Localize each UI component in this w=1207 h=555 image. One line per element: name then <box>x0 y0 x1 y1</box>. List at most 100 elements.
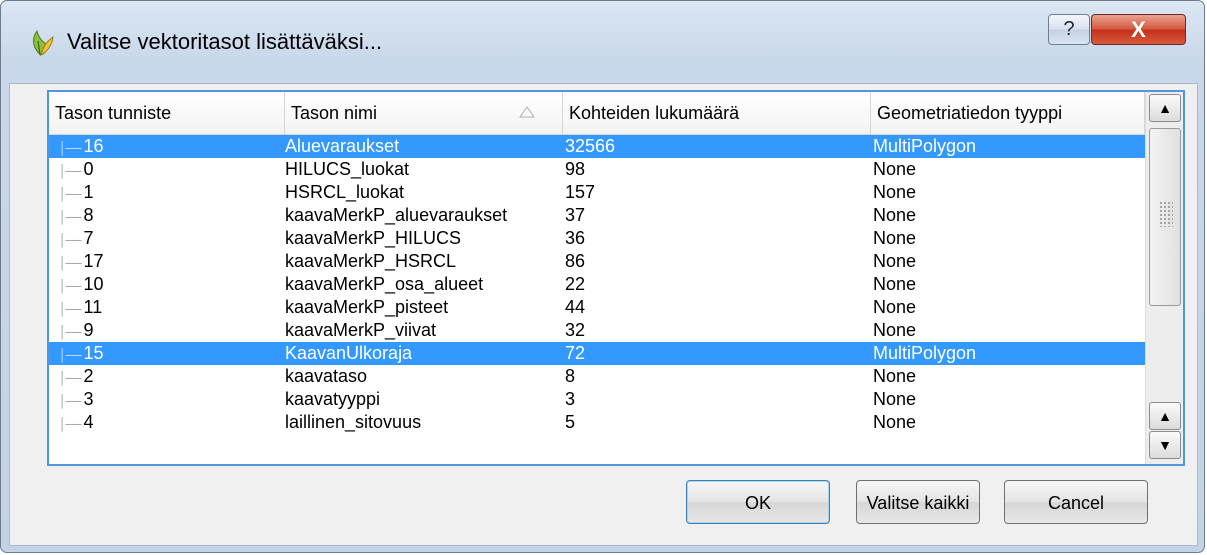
cancel-button[interactable]: Cancel <box>1004 480 1148 524</box>
close-icon: X <box>1131 17 1146 42</box>
tree-branch-icon: │── <box>59 348 81 362</box>
sort-ascending-icon <box>519 106 535 118</box>
grip-icon <box>1159 201 1173 227</box>
feature-count-cell: 86 <box>565 251 586 271</box>
scroll-up-arrow-icon: ▲ <box>1158 100 1172 116</box>
layer-id: 2 <box>83 366 94 386</box>
ok-button[interactable]: OK <box>686 480 830 524</box>
feature-count-cell: 3 <box>565 389 576 409</box>
table-row[interactable]: │── 16 Aluevaraukset 32566 MultiPolygon <box>49 135 1145 158</box>
table-row[interactable]: │── 1 HSRCL_luokat 157 None <box>49 181 1145 204</box>
layer-id-cell: │── 4 <box>59 411 94 436</box>
layer-id: 8 <box>83 205 94 225</box>
layer-id-cell: │── 17 <box>59 250 104 275</box>
layer-name-cell: KaavanUlkoraja <box>285 343 413 363</box>
layer-name-cell: laillinen_sitovuus <box>285 412 422 432</box>
layer-name-cell: kaavaMerkP_aluevaraukset <box>285 205 508 225</box>
tree-branch-icon: │── <box>59 394 81 408</box>
tree-branch-icon: │── <box>59 210 81 224</box>
table-body: │── 16 Aluevaraukset 32566 MultiPolygon │── 0 H… <box>49 135 1145 434</box>
layer-name-cell: kaavaMerkP_viivat <box>285 320 437 340</box>
title-bar[interactable]: Valitse vektoritasot lisättäväksi... ? X <box>1 1 1204 83</box>
layer-name-cell: HSRCL_luokat <box>285 182 405 202</box>
select-all-button[interactable]: Valitse kaikki <box>856 480 980 524</box>
geometry-type-cell: None <box>873 228 917 248</box>
close-button[interactable]: X <box>1091 14 1186 45</box>
layer-id-cell: │── 15 <box>59 342 104 367</box>
layer-name-cell: kaavaMerkP_osa_alueet <box>285 274 484 294</box>
geometry-type-cell: None <box>873 182 917 202</box>
layer-id: 1 <box>83 182 94 202</box>
column-header-layer-id[interactable]: Tason tunniste <box>49 92 285 134</box>
layer-id: 3 <box>83 389 94 409</box>
table-row[interactable]: │── 15 KaavanUlkoraja 72 MultiPolygon <box>49 342 1145 365</box>
scroll-down-button[interactable]: ▼ <box>1149 431 1181 459</box>
column-header-layer-name[interactable]: Tason nimi <box>285 92 563 134</box>
table-row[interactable]: │── 0 HILUCS_luokat 98 None <box>49 158 1145 181</box>
scroll-down-arrow-icon: ▼ <box>1158 437 1172 453</box>
table-header: Tason tunniste Tason nimi Kohteiden luku… <box>49 92 1145 135</box>
layer-id: 7 <box>83 228 94 248</box>
layer-id-cell: │── 11 <box>59 296 102 321</box>
geometry-type-cell: None <box>873 159 917 179</box>
feature-count-cell: 36 <box>565 228 586 248</box>
tree-branch-icon: │── <box>59 233 81 247</box>
table-row[interactable]: │── 11 kaavaMerkP_pisteet 44 None <box>49 296 1145 319</box>
dialog-window: Valitse vektoritasot lisättäväksi... ? X… <box>0 0 1205 553</box>
layer-table[interactable]: Tason tunniste Tason nimi Kohteiden luku… <box>47 90 1185 466</box>
scroll-up-button-lower[interactable]: ▲ <box>1149 402 1181 430</box>
tree-branch-icon: │── <box>59 371 81 385</box>
vertical-scrollbar[interactable]: ▲ ▲ ▼ <box>1145 92 1183 464</box>
layer-id: 16 <box>83 136 104 156</box>
table-row[interactable]: │── 8 kaavaMerkP_aluevaraukset 37 None <box>49 204 1145 227</box>
layer-id-cell: │── 7 <box>59 227 94 252</box>
dialog-content: Tason tunniste Tason nimi Kohteiden luku… <box>9 83 1198 546</box>
feature-count-cell: 72 <box>565 343 586 363</box>
layer-id-cell: │── 0 <box>59 158 94 183</box>
table-row[interactable]: │── 10 kaavaMerkP_osa_alueet 22 None <box>49 273 1145 296</box>
scroll-up-button[interactable]: ▲ <box>1149 94 1181 122</box>
layer-id: 17 <box>83 251 104 271</box>
tree-branch-icon: │── <box>59 256 81 270</box>
tree-branch-icon: │── <box>59 417 81 431</box>
tree-branch-icon: │── <box>59 325 81 339</box>
layer-id-cell: │── 1 <box>59 181 94 206</box>
layer-id-cell: │── 2 <box>59 365 94 390</box>
help-button[interactable]: ? <box>1048 14 1090 45</box>
geometry-type-cell: None <box>873 366 917 386</box>
feature-count-cell: 157 <box>565 182 596 202</box>
column-header-feature-count[interactable]: Kohteiden lukumäärä <box>563 92 871 134</box>
layer-name-cell: Aluevaraukset <box>285 136 400 156</box>
layer-name-cell: kaavaMerkP_pisteet <box>285 297 449 317</box>
layer-id-cell: │── 16 <box>59 135 104 160</box>
layer-name-cell: HILUCS_luokat <box>285 159 410 179</box>
scrollbar-thumb[interactable] <box>1149 128 1181 306</box>
table-row[interactable]: │── 3 kaavatyyppi 3 None <box>49 388 1145 411</box>
qgis-icon <box>33 29 54 57</box>
table-row[interactable]: │── 4 laillinen_sitovuus 5 None <box>49 411 1145 434</box>
layer-id: 15 <box>83 343 104 363</box>
layer-id: 9 <box>83 320 94 340</box>
geometry-type-cell: None <box>873 297 917 317</box>
layer-name-cell: kaavatyyppi <box>285 389 381 409</box>
tree-branch-icon: │── <box>59 164 81 178</box>
feature-count-cell: 22 <box>565 274 586 294</box>
geometry-type-cell: None <box>873 274 917 294</box>
column-header-geometry-type[interactable]: Geometriatiedon tyyppi <box>871 92 1145 134</box>
window-title: Valitse vektoritasot lisättäväksi... <box>67 29 383 54</box>
table-row[interactable]: │── 17 kaavaMerkP_HSRCL 86 None <box>49 250 1145 273</box>
tree-branch-icon: │── <box>59 187 81 201</box>
geometry-type-cell: None <box>873 389 917 409</box>
feature-count-cell: 32 <box>565 320 586 340</box>
feature-count-cell: 37 <box>565 205 586 225</box>
table-row[interactable]: │── 9 kaavaMerkP_viivat 32 None <box>49 319 1145 342</box>
layer-id: 11 <box>83 297 103 317</box>
feature-count-cell: 44 <box>565 297 586 317</box>
geometry-type-cell: None <box>873 320 917 340</box>
layer-id: 10 <box>83 274 104 294</box>
table-row[interactable]: │── 7 kaavaMerkP_HILUCS 36 None <box>49 227 1145 250</box>
layer-name-cell: kaavaMerkP_HILUCS <box>285 228 462 248</box>
layer-id-cell: │── 9 <box>59 319 94 344</box>
feature-count-cell: 32566 <box>565 136 616 156</box>
table-row[interactable]: │── 2 kaavataso 8 None <box>49 365 1145 388</box>
